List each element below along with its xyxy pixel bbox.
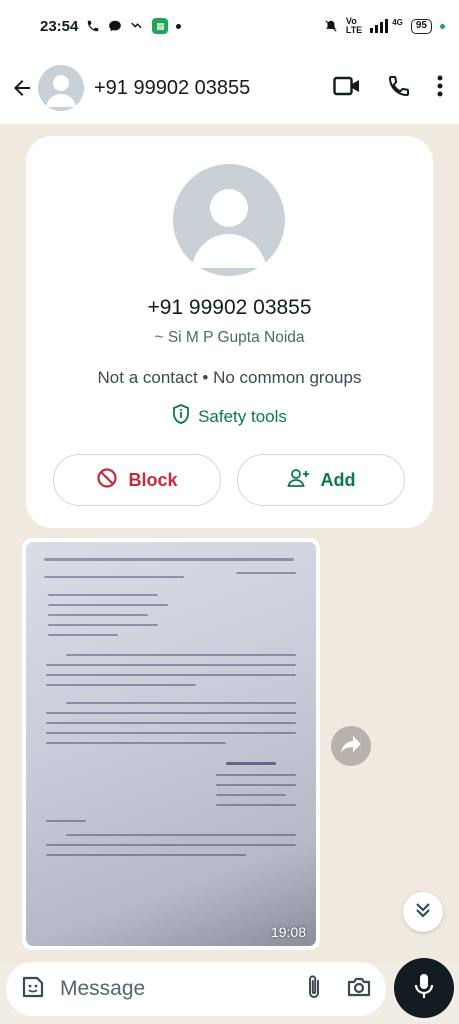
video-call-icon[interactable] (333, 75, 361, 102)
microphone-icon (413, 972, 435, 1005)
status-time: 23:54 (40, 17, 79, 35)
document-text-line (66, 834, 296, 836)
chat-header: +91 99902 03855 (0, 52, 459, 124)
block-icon (96, 467, 118, 494)
document-text-line (46, 844, 296, 846)
safety-tools-link[interactable]: Safety tools (26, 404, 433, 429)
voice-message-button[interactable] (394, 958, 454, 1018)
phone-call-icon (86, 19, 100, 33)
document-text-line (66, 702, 296, 704)
chat-bubble-icon (108, 19, 122, 33)
contact-display-name: ~ Si M P Gupta Noida (154, 329, 305, 346)
app-notification-icon: ▦ (152, 18, 169, 34)
document-text-line (48, 604, 168, 606)
add-contact-button[interactable]: Add (237, 454, 405, 506)
message-composer (6, 962, 386, 1016)
add-button-label: Add (320, 469, 356, 490)
privacy-indicator-icon (440, 23, 445, 29)
contact-phone-number: +91 99902 03855 (147, 296, 312, 319)
document-text-line (46, 820, 86, 822)
document-text-line (48, 594, 158, 596)
document-text-line (46, 854, 246, 856)
block-button[interactable]: Block (53, 454, 221, 506)
mute-icon (324, 19, 338, 33)
document-photo[interactable]: 19:08 (26, 542, 316, 946)
document-text-line (46, 742, 226, 744)
scroll-to-bottom-button[interactable] (403, 892, 443, 932)
shield-info-icon (172, 404, 190, 429)
battery-indicator: 95 (410, 18, 432, 34)
missed-call-icon (130, 19, 144, 33)
contact-large-avatar (173, 164, 285, 276)
signature-mark (226, 762, 276, 765)
image-message-bubble[interactable]: 19:08 (22, 538, 320, 950)
camera-icon[interactable] (346, 975, 372, 1004)
document-text-line (44, 576, 184, 578)
safety-tools-label: Safety tools (198, 406, 287, 426)
message-input[interactable] (60, 977, 260, 1001)
document-text-line (46, 732, 296, 734)
forward-button[interactable] (331, 726, 371, 766)
document-text-line (46, 712, 296, 714)
block-button-label: Block (128, 469, 178, 490)
sticker-icon[interactable] (20, 974, 46, 1005)
voice-call-icon[interactable] (387, 74, 411, 103)
status-bar: 23:54 ▦ Vo LTE 4G 95 (0, 0, 459, 52)
document-text-line (46, 684, 196, 686)
document-text-line (236, 572, 296, 574)
chat-title[interactable]: +91 99902 03855 (94, 77, 250, 100)
document-text-line (48, 624, 158, 626)
document-text-line (216, 804, 296, 806)
document-text-line (66, 654, 296, 656)
more-options-icon[interactable] (437, 74, 443, 103)
more-notifications-icon (176, 23, 182, 29)
document-text-line (46, 674, 296, 676)
back-arrow-icon[interactable] (8, 74, 36, 102)
forward-arrow-icon (339, 734, 363, 759)
volte-icon: Vo LTE (345, 16, 363, 35)
network-type-label: 4G (392, 17, 403, 27)
contact-relationship-status: Not a contact • No common groups (97, 368, 362, 387)
contact-info-card: +91 99902 03855 ~ Si M P Gupta Noida Not… (26, 136, 433, 528)
signal-icon (370, 19, 390, 33)
double-chevron-down-icon (414, 901, 432, 924)
document-text-line (46, 722, 296, 724)
document-text-line (48, 634, 118, 636)
attach-icon[interactable] (306, 974, 322, 1005)
message-time: 19:08 (270, 924, 306, 940)
add-person-icon (286, 468, 311, 493)
document-text-line (216, 774, 296, 776)
contact-avatar[interactable] (38, 65, 84, 111)
document-text-line (216, 794, 286, 796)
document-text-line (44, 558, 294, 561)
document-text-line (48, 614, 148, 616)
document-text-line (46, 664, 296, 666)
document-text-line (216, 784, 296, 786)
